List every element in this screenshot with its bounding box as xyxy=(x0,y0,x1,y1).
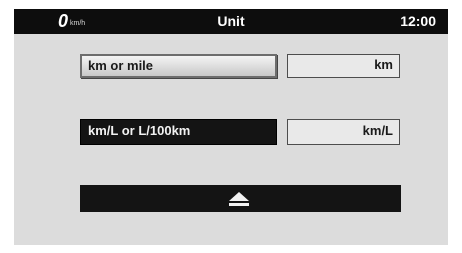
distance-unit-label: km or mile xyxy=(88,58,154,73)
page-title: Unit xyxy=(217,13,245,29)
distance-unit-value: km xyxy=(287,54,400,78)
distance-unit-button[interactable]: km or mile xyxy=(80,54,277,78)
fuel-economy-unit-label: km/L or L/100km xyxy=(88,123,191,138)
back-button[interactable] xyxy=(80,185,401,212)
eject-icon xyxy=(229,192,249,206)
fuel-economy-unit-value: km/L xyxy=(287,119,400,145)
status-bar: 0 km/h Unit 12:00 xyxy=(14,9,448,34)
unit-settings-screen: 0 km/h Unit 12:00 km or mile km km/L or … xyxy=(14,9,448,245)
fuel-economy-unit-button[interactable]: km/L or L/100km xyxy=(80,119,277,145)
clock: 12:00 xyxy=(400,13,436,29)
